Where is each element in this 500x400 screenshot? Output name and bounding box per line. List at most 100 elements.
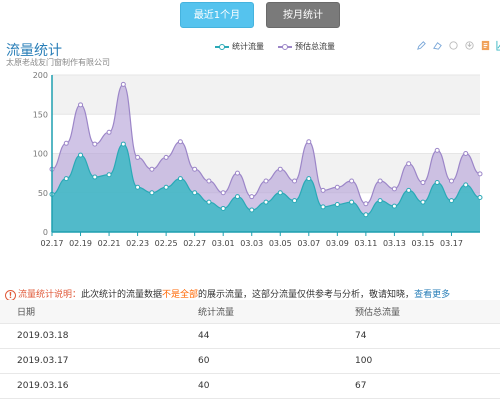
x-tick-label: 03.13 [383,239,406,248]
point-estimate [106,129,112,135]
point-stat [149,190,155,196]
point-estimate [391,186,397,192]
bar-chart-icon[interactable] [496,40,500,51]
legend-label-stat: 统计流量 [232,42,264,51]
notice-highlight: 不是全部 [162,290,199,300]
x-tick-label: 03.05 [269,239,292,248]
x-tick-label: 02.27 [183,239,206,248]
row-stat: 40 [198,381,210,391]
x-tick-label: 02.23 [126,239,149,248]
x-tick-label: 03.07 [297,239,320,248]
refresh-icon[interactable] [448,40,459,51]
point-estimate [163,154,169,160]
notice-text-2: 的展示流量，这部分流量仅供参考与分析，敬请知晓， [198,290,415,300]
point-stat [363,212,369,218]
chart-subtitle: 太原老战友门窗制作有限公司 [6,58,110,67]
table-row: 2019.03.17 60 100 [0,349,500,374]
point-stat [306,176,312,182]
point-estimate [277,166,283,172]
y-tick-label: 0 [43,228,48,237]
point-stat [120,141,126,147]
point-stat [163,184,169,190]
legend-swatch-stat [215,43,229,51]
point-estimate [420,180,426,186]
point-stat [206,199,212,205]
point-estimate [349,178,355,184]
point-estimate [135,154,141,160]
point-estimate [406,161,412,167]
point-estimate [434,147,440,153]
point-stat [249,207,255,213]
point-stat [78,152,84,158]
traffic-area-chart: 0 50 100 150 200 02.17 02.19 02.21 02.23 02.25 02.… [33,71,483,248]
point-stat [135,184,141,190]
table-row: 2019.03.18 44 74 [0,324,500,349]
point-stat [177,176,183,182]
row-date: 2019.03.16 [17,381,69,391]
y-tick-label: 100 [33,150,48,159]
point-estimate [463,151,469,156]
table-header-row: 日期 统计流量 预估总流量 [0,300,500,324]
y-tick-label: 50 [38,189,48,198]
point-estimate [377,178,383,184]
x-tick-label: 03.17 [440,239,463,248]
point-stat [463,182,469,188]
legend-item-estimate[interactable]: 预估总流量 [278,41,335,52]
eraser-icon[interactable] [432,40,443,51]
point-estimate [334,184,340,190]
recent-month-button[interactable]: 最近1个月 [180,2,254,28]
point-stat [334,202,340,208]
point-estimate [92,141,98,147]
table-row: 2019.03.16 40 67 [0,374,500,399]
point-estimate [477,171,483,177]
range-button-bar: 最近1个月 按月统计 [0,2,500,28]
row-stat: 44 [198,331,210,341]
x-tick-label: 03.15 [411,239,434,248]
point-estimate [120,81,126,87]
point-stat [448,198,454,204]
traffic-notice: ! 流量统计说明：此次统计的流量数据不是全部的展示流量，这部分流量仅供参考与分析，… [5,287,450,301]
point-estimate [177,139,183,145]
legend-item-stat[interactable]: 统计流量 [215,41,264,52]
row-estimate: 100 [355,356,373,366]
see-more-link[interactable]: 查看更多 [414,290,450,300]
point-stat [406,187,412,193]
point-estimate [448,178,454,184]
line-chart-icon[interactable] [480,40,491,51]
point-stat [420,199,426,205]
row-date: 2019.03.17 [17,356,69,366]
point-estimate [249,194,255,200]
row-estimate: 67 [355,381,367,391]
point-stat [349,199,355,205]
point-estimate [206,178,212,184]
x-tick-label: 03.01 [212,239,235,248]
row-estimate: 74 [355,331,367,341]
x-tick-label: 02.19 [69,239,92,248]
point-stat [234,194,240,200]
traffic-table: 日期 统计流量 预估总流量 2019.03.18 44 74 2019.03.1… [0,300,500,399]
edit-icon[interactable] [416,40,427,51]
x-tick-label: 02.21 [98,239,121,248]
x-tick-label: 02.25 [155,239,178,248]
point-estimate [292,178,298,184]
notice-title: 流量统计说明： [18,290,82,300]
point-stat [477,194,483,200]
point-stat [377,198,383,204]
point-stat [63,176,69,182]
x-tick-label: 03.09 [326,239,349,248]
by-month-button[interactable]: 按月统计 [266,2,340,28]
legend-label-estimate: 预估总流量 [295,42,335,51]
notice-text-1: 此次统计的流量数据 [81,290,163,300]
save-icon[interactable] [464,40,475,51]
point-estimate [149,166,155,172]
x-tick-label: 03.11 [354,239,377,248]
point-stat [391,203,397,209]
point-estimate [63,140,69,146]
row-stat: 60 [198,356,210,366]
y-tick-label: 150 [33,110,48,119]
point-stat [434,180,440,186]
point-estimate [78,102,84,108]
point-estimate [363,201,369,207]
x-tick-label: 03.03 [240,239,263,248]
chart-legend: 统计流量 预估总流量 [215,41,335,52]
